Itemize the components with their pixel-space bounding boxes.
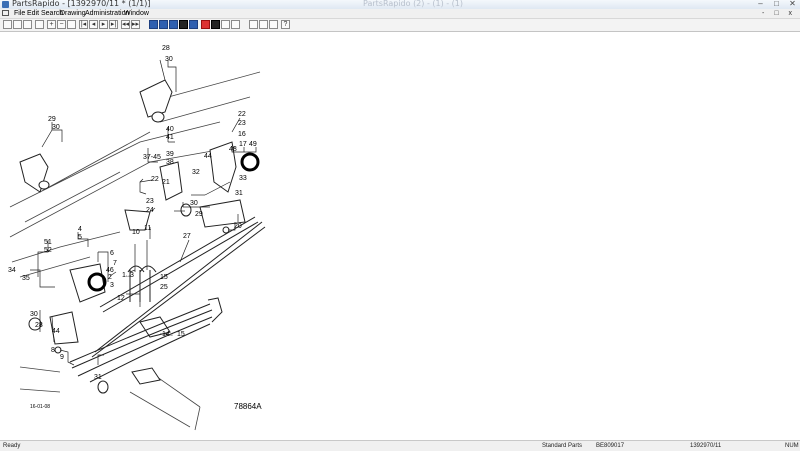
parts-icon[interactable] bbox=[159, 20, 168, 29]
callout-label[interactable]: 21 bbox=[162, 179, 170, 186]
callout-label[interactable]: 48 bbox=[229, 146, 237, 153]
gear-icon[interactable] bbox=[189, 20, 198, 29]
callout-label[interactable]: 15 bbox=[160, 274, 168, 281]
callout-label[interactable]: 11 bbox=[144, 225, 151, 232]
callout-label[interactable]: 51 bbox=[44, 239, 52, 246]
callout-label[interactable]: 23 bbox=[238, 120, 246, 127]
record-icon[interactable] bbox=[201, 20, 210, 29]
next-icon[interactable]: ▸ bbox=[99, 20, 108, 29]
first-page-icon[interactable]: |◂ bbox=[79, 20, 88, 29]
callout-label[interactable]: 31 bbox=[235, 190, 243, 197]
prev-drawing-icon[interactable]: ◂◂ bbox=[121, 20, 130, 29]
minimize-button[interactable]: – bbox=[756, 0, 765, 8]
callout-label[interactable]: 22 bbox=[238, 111, 246, 118]
menu-administration[interactable]: Administration bbox=[85, 9, 129, 18]
callout-label[interactable]: 37-45 bbox=[143, 154, 161, 161]
callout-label[interactable]: 17 bbox=[239, 141, 247, 148]
callout-label[interactable]: 35 bbox=[22, 275, 30, 282]
exploded-parts-diagram: 28 30 29 30 22 23 16 17 49 40 41 39 38 3… bbox=[8, 45, 266, 431]
callout-label[interactable]: 38 bbox=[166, 159, 174, 166]
callout-label[interactable]: 20 bbox=[234, 223, 242, 230]
menu-edit[interactable]: Edit bbox=[27, 9, 39, 18]
callout-label[interactable]: 29 bbox=[195, 211, 203, 218]
menu-file[interactable]: File bbox=[14, 9, 25, 18]
callout-label[interactable]: 39 bbox=[166, 151, 174, 158]
callout-label[interactable]: 25 bbox=[160, 284, 168, 291]
print-icon[interactable] bbox=[35, 20, 44, 29]
callout-label[interactable]: 30 bbox=[30, 311, 38, 318]
callout-label[interactable]: 23 bbox=[146, 198, 154, 205]
callout-label[interactable]: 30 bbox=[190, 200, 198, 207]
zoom-fit-icon[interactable] bbox=[67, 20, 76, 29]
stop-icon[interactable] bbox=[211, 20, 220, 29]
callout-label[interactable]: 40 bbox=[166, 126, 174, 133]
menu-drawing[interactable]: Drawing bbox=[60, 9, 86, 18]
menu-window[interactable]: Window bbox=[124, 9, 149, 18]
status-bar: Ready Standard Parts BE809017 1392970/11… bbox=[0, 440, 800, 451]
callout-label[interactable]: 30 bbox=[52, 124, 60, 131]
callout-label[interactable]: 7 bbox=[113, 260, 117, 267]
callout-label[interactable]: 5 bbox=[78, 234, 82, 241]
drawing-number: 78864A bbox=[234, 402, 262, 411]
prev-icon[interactable]: ◂ bbox=[89, 20, 98, 29]
grid-icon[interactable] bbox=[221, 20, 230, 29]
close-button[interactable]: ✕ bbox=[788, 0, 797, 8]
callout-label[interactable]: 12 bbox=[117, 295, 125, 302]
callout-label[interactable]: 34 bbox=[8, 267, 16, 274]
drawing-canvas[interactable]: 28 30 29 30 22 23 16 17 49 40 41 39 38 3… bbox=[0, 32, 800, 440]
callout-label[interactable]: 15 bbox=[177, 331, 185, 338]
background-window-title: PartsRapido (2) - (1) - (1) bbox=[363, 0, 464, 8]
maximize-button[interactable]: □ bbox=[772, 0, 781, 8]
zoom-in-icon[interactable]: + bbox=[47, 20, 56, 29]
callout-label[interactable]: 44 bbox=[52, 328, 60, 335]
compare-icon[interactable] bbox=[179, 20, 188, 29]
callout-label[interactable]: 32 bbox=[192, 169, 200, 176]
callout-label[interactable]: 24 bbox=[146, 207, 154, 214]
callout-label[interactable]: 22 bbox=[151, 176, 159, 183]
globe-icon[interactable] bbox=[259, 20, 268, 29]
callout-label[interactable]: 49 bbox=[249, 141, 257, 148]
target-icon[interactable] bbox=[231, 20, 240, 29]
callout-label[interactable]: 44 bbox=[204, 153, 212, 160]
callout-label[interactable]: 46 bbox=[106, 267, 114, 274]
callout-label[interactable]: 52 bbox=[44, 247, 52, 254]
date-code: 16-01-08 bbox=[30, 404, 50, 410]
callout-label[interactable]: 31 bbox=[94, 374, 102, 381]
open-icon[interactable] bbox=[13, 20, 22, 29]
help-icon[interactable]: ? bbox=[281, 20, 290, 29]
callout-label[interactable]: 9 bbox=[60, 354, 64, 361]
last-page-icon[interactable]: ▸| bbox=[109, 20, 118, 29]
arrow-icon: ↔ bbox=[168, 332, 174, 338]
callout-label[interactable]: 28 bbox=[35, 322, 43, 329]
next-drawing-icon[interactable]: ▸▸ bbox=[131, 20, 140, 29]
callout-label[interactable]: 29 bbox=[48, 116, 56, 123]
truck-icon[interactable] bbox=[149, 20, 158, 29]
callout-label[interactable]: 28 bbox=[162, 45, 170, 52]
save-icon[interactable] bbox=[23, 20, 32, 29]
camera-icon[interactable] bbox=[249, 20, 258, 29]
zoom-out-icon[interactable]: − bbox=[57, 20, 66, 29]
callout-label[interactable]: 30 bbox=[165, 56, 173, 63]
callout-label[interactable]: 41 bbox=[166, 134, 174, 141]
callout-label[interactable]: 4 bbox=[78, 226, 82, 233]
toolbar: + − |◂ ◂ ▸ ▸| ◂◂ ▸▸ ? bbox=[0, 19, 800, 32]
window-title: PartsRapido - [1392970/11 * (1/1)] bbox=[12, 0, 151, 8]
new-icon[interactable] bbox=[3, 20, 12, 29]
app-icon bbox=[2, 1, 9, 8]
menu-bar: File Edit Search Drawing Administration … bbox=[0, 9, 800, 19]
callout-label[interactable]: 8 bbox=[51, 347, 55, 354]
layers-icon[interactable] bbox=[269, 20, 278, 29]
document-icon[interactable] bbox=[2, 10, 9, 16]
callout-label[interactable]: 6 bbox=[110, 250, 114, 257]
mdi-controls[interactable]: - □ x bbox=[762, 9, 796, 18]
arrow-icon: ↔ bbox=[125, 273, 131, 279]
callout-label[interactable]: 27 bbox=[183, 233, 191, 240]
callout-label[interactable]: 33 bbox=[239, 175, 247, 182]
callout-label[interactable]: 16 bbox=[238, 131, 246, 138]
callout-label[interactable]: 2 bbox=[108, 274, 112, 281]
callout-label[interactable]: 10 bbox=[132, 229, 140, 236]
cart-icon[interactable] bbox=[169, 20, 178, 29]
leaf-spring bbox=[69, 216, 266, 383]
callout-label[interactable]: 3 bbox=[110, 282, 114, 289]
